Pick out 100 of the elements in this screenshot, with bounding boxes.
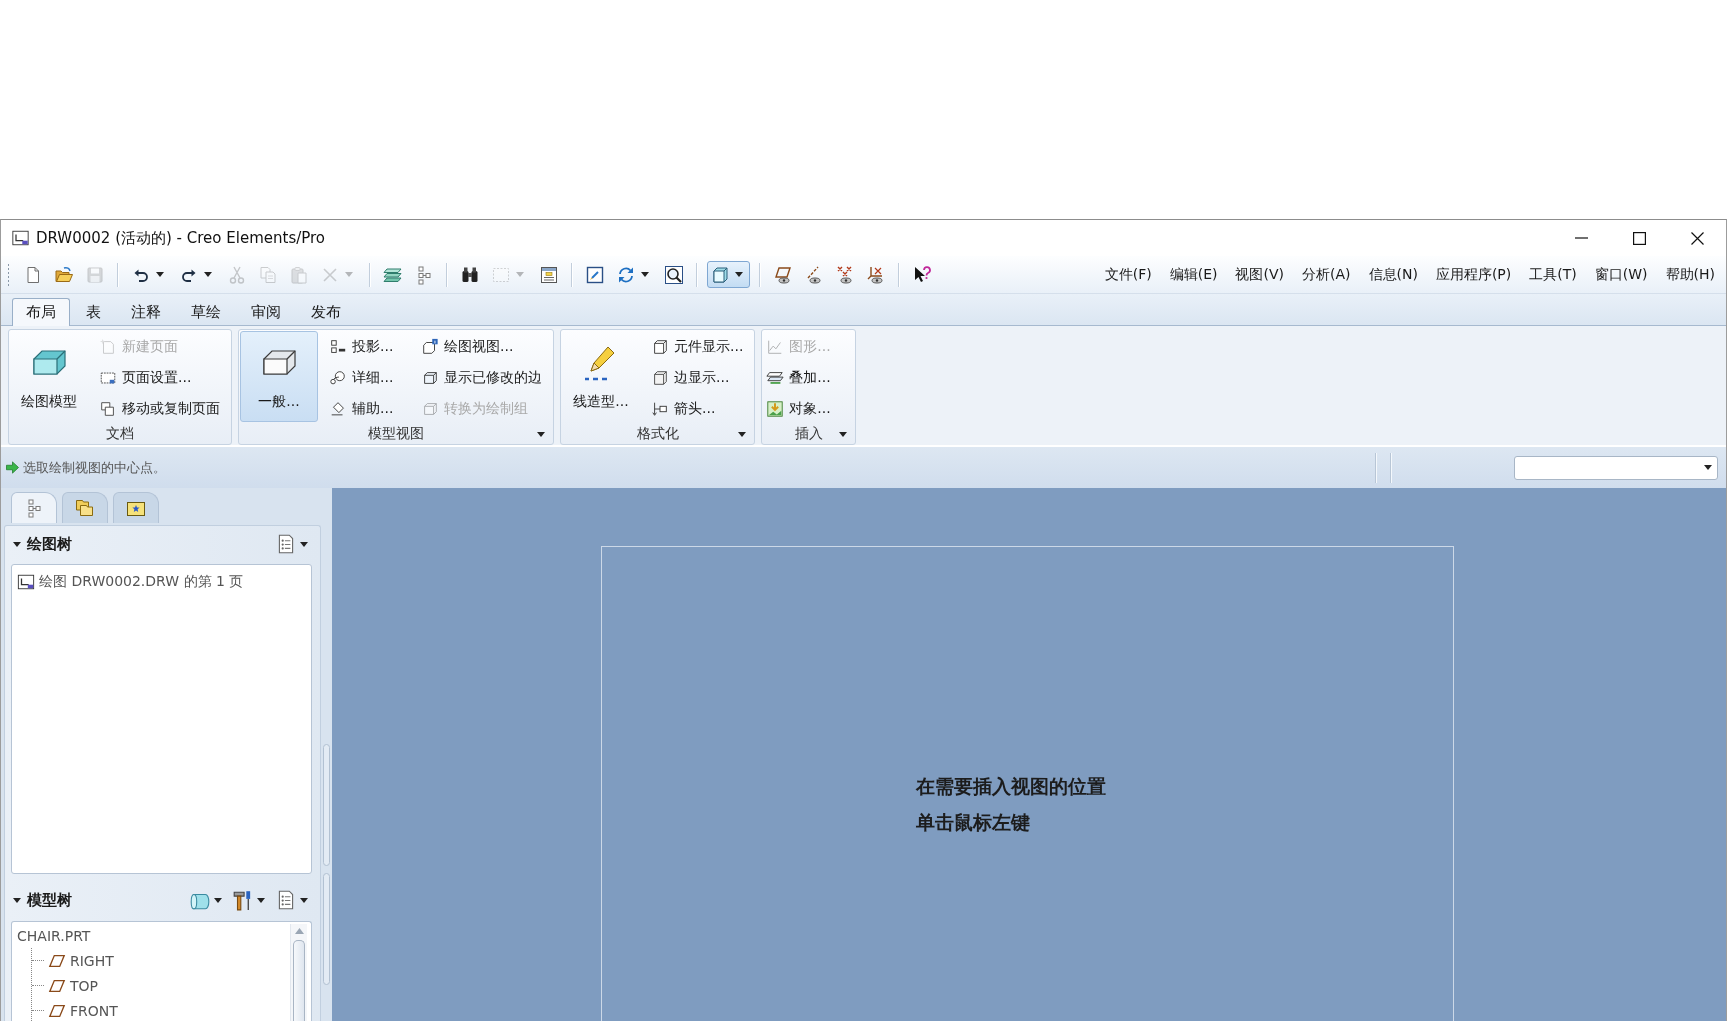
menu-item[interactable]: 分析(A) xyxy=(1295,262,1358,287)
parallelogram-eye-icon xyxy=(773,264,793,285)
status-message: 选取绘制视图的中心点。 xyxy=(23,458,166,477)
diamond-icon xyxy=(329,399,347,418)
splitter-handle[interactable] xyxy=(323,744,330,866)
ribbon-button[interactable]: 详细... xyxy=(326,362,410,393)
canvas-hint: 单击鼠标左键 xyxy=(916,810,1030,835)
close-icon xyxy=(1690,231,1704,245)
ribbon-button[interactable]: 叠加... xyxy=(763,362,848,393)
tree-item[interactable]: TOP xyxy=(70,977,98,994)
section-title: 模型树 xyxy=(27,890,72,910)
caret-icon[interactable] xyxy=(13,541,21,547)
sheet-icon xyxy=(17,572,35,591)
form-window-icon xyxy=(539,264,559,285)
ribbon-button[interactable]: 移动或复制页面 xyxy=(96,393,223,424)
menu-item[interactable]: 应用程序(P) xyxy=(1428,262,1519,287)
linked-circles-icon xyxy=(329,368,347,387)
copy-icon xyxy=(258,264,278,285)
help-pointer-icon xyxy=(912,264,932,285)
caret-icon xyxy=(300,541,308,547)
ribbon-button[interactable]: 边显示... xyxy=(648,362,747,393)
squares-icon xyxy=(329,337,347,356)
tree-item[interactable]: FRONT xyxy=(70,1002,118,1019)
menu-item[interactable]: 帮助(H) xyxy=(1658,262,1722,287)
tree-connector xyxy=(32,985,44,986)
caret-icon[interactable] xyxy=(537,431,545,437)
group-label: 文档 xyxy=(106,425,134,443)
minimize-icon xyxy=(1574,237,1588,239)
menu-item[interactable]: 窗口(W) xyxy=(1587,262,1655,287)
caret-icon[interactable] xyxy=(738,431,747,437)
paste-icon xyxy=(289,264,309,285)
caret-icon xyxy=(345,272,353,277)
caret-icon[interactable] xyxy=(13,897,21,903)
large-ribbon-button[interactable]: 绘图模型 xyxy=(10,331,88,422)
ribbon-button[interactable]: 显示已修改的边 xyxy=(418,362,545,393)
splitter-handle[interactable] xyxy=(323,873,330,985)
menu-item[interactable]: 编辑(E) xyxy=(1162,262,1225,287)
caret-icon xyxy=(516,272,524,277)
menu-item[interactable]: 工具(T) xyxy=(1522,262,1584,287)
tree-tools-button[interactable] xyxy=(232,889,265,911)
ribbon-tab[interactable]: 发布 xyxy=(297,298,355,326)
menu-item[interactable]: 文件(F) xyxy=(1097,262,1159,287)
maximize-icon xyxy=(1632,231,1646,245)
menu-item[interactable]: 信息(N) xyxy=(1361,262,1425,287)
canvas-hint: 在需要插入视图的位置 xyxy=(916,774,1106,799)
caret-icon xyxy=(1704,465,1712,470)
page-star-icon xyxy=(99,337,117,356)
ribbon-tab[interactable]: 注释 xyxy=(117,298,175,326)
save-icon xyxy=(85,264,105,285)
ribbon-button[interactable]: 绘图视图... xyxy=(418,331,545,362)
app-window-icon xyxy=(11,229,30,247)
tree-item[interactable]: RIGHT xyxy=(70,952,114,969)
caret-icon xyxy=(204,272,212,277)
ribbon-button[interactable]: 对象... xyxy=(763,393,848,424)
large-ribbon-button[interactable]: 线造型... xyxy=(562,331,640,422)
arrow-right-icon xyxy=(5,460,20,475)
ribbon-tab[interactable]: 草绘 xyxy=(177,298,235,326)
drawing-canvas[interactable]: 在需要插入视图的位置 单击鼠标左键 xyxy=(332,488,1726,1021)
caret-icon xyxy=(156,272,164,277)
large-ribbon-button[interactable]: 一般... xyxy=(240,331,318,422)
dashed-line-eye-icon xyxy=(804,264,824,285)
combo-field[interactable] xyxy=(1514,455,1718,480)
scroll-thumb[interactable] xyxy=(293,940,305,1021)
cube-icon xyxy=(710,264,730,285)
tree-item[interactable]: CHAIR.PRT xyxy=(17,927,91,944)
scissors-icon xyxy=(227,264,247,285)
cube-outline-icon xyxy=(651,337,669,356)
caret-icon xyxy=(735,272,743,277)
caret-icon xyxy=(214,897,222,903)
caret-icon xyxy=(300,897,308,903)
framed-pencil-icon xyxy=(585,264,605,285)
section-title: 绘图树 xyxy=(27,534,72,554)
caret-icon xyxy=(257,897,265,903)
menu-item[interactable]: 视图(V) xyxy=(1228,262,1291,287)
ribbon-button[interactable]: 页面设置... xyxy=(96,362,223,393)
toolbar-grip[interactable] xyxy=(7,262,10,287)
zoom-icon xyxy=(664,264,684,285)
scrollbar[interactable] xyxy=(290,924,307,1021)
group-label: 格式化 xyxy=(636,425,679,443)
navigator-tab[interactable] xyxy=(113,492,159,523)
caret-icon[interactable] xyxy=(839,431,848,437)
ribbon-button[interactable]: 辅助... xyxy=(326,393,410,424)
open-folder-icon xyxy=(54,264,74,285)
box-badge-icon xyxy=(421,337,439,356)
ribbon-tab[interactable]: 表 xyxy=(72,298,115,326)
pages-icon xyxy=(99,399,117,418)
group-label: 模型视图 xyxy=(368,425,424,443)
ribbon-tab[interactable]: 审阅 xyxy=(237,298,295,326)
axes-eye-icon xyxy=(866,264,886,285)
window-title: DRW0002 (活动的) - Creo Elements/Pro xyxy=(36,228,326,248)
navigator-tab[interactable] xyxy=(62,492,108,523)
tree-item[interactable]: 绘图 DRW0002.DRW 的第 1 页 xyxy=(39,572,244,591)
ribbon-button[interactable]: 投影... xyxy=(326,331,410,362)
stacked-folders-icon xyxy=(75,498,95,518)
caret-icon xyxy=(641,272,649,277)
ribbon-button[interactable]: 箭头... xyxy=(648,393,747,424)
crosses-eye-icon xyxy=(835,264,855,285)
ribbon-tab[interactable]: 布局 xyxy=(12,298,70,326)
ribbon-button[interactable]: 元件显示... xyxy=(648,331,747,362)
cube-button[interactable] xyxy=(707,261,750,288)
